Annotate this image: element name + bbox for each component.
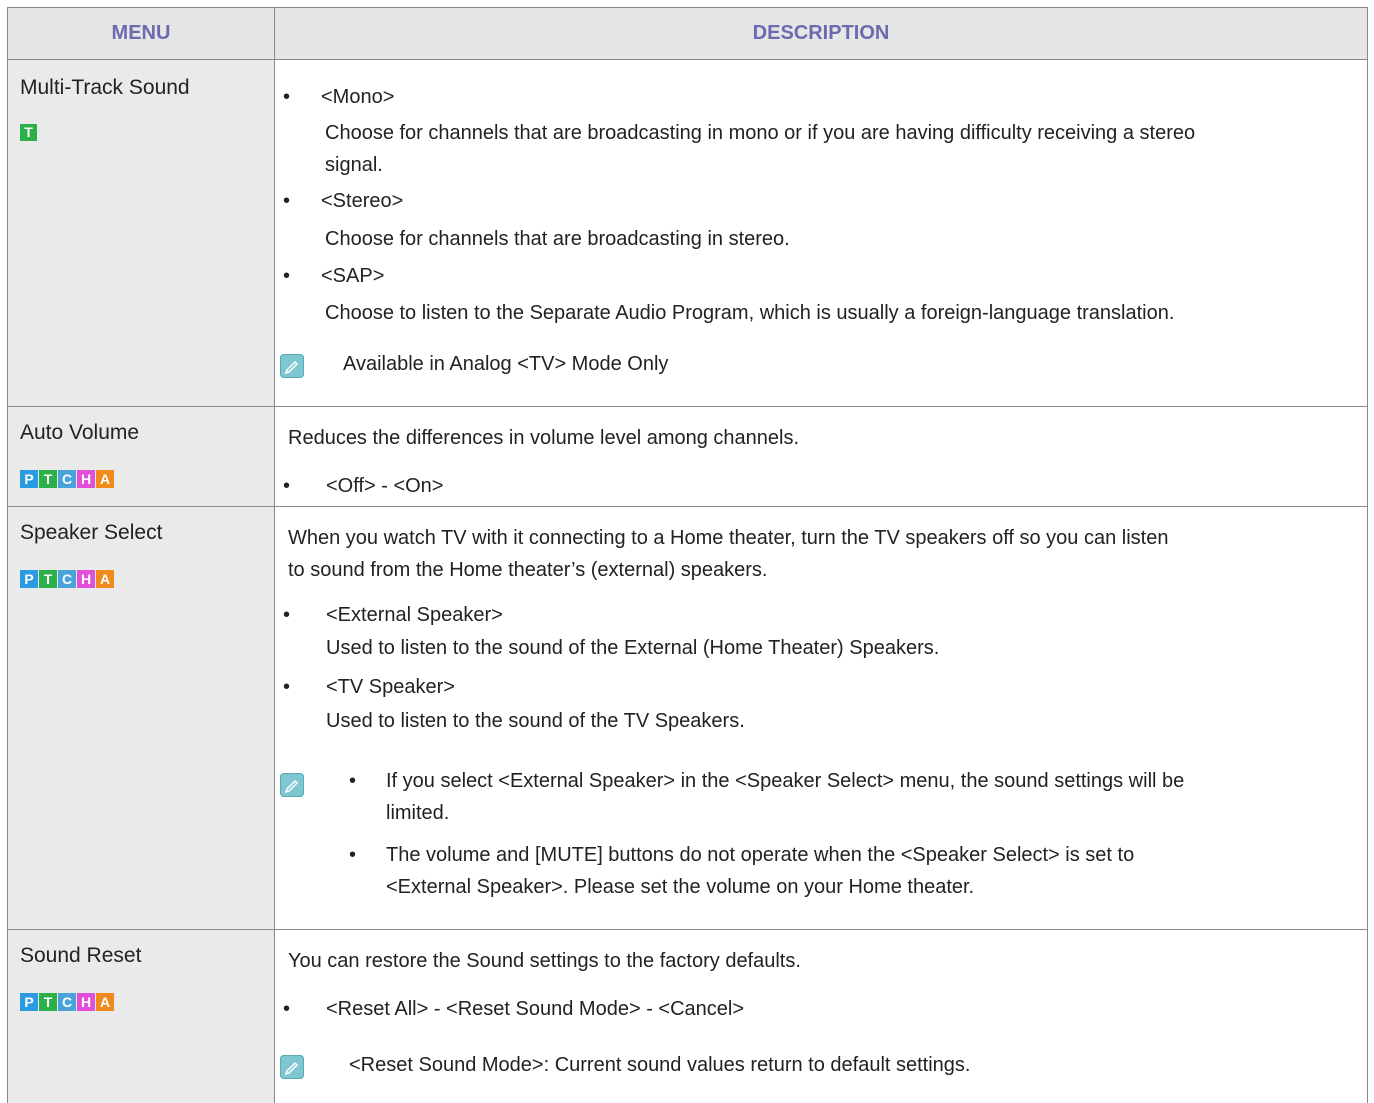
p-mode-icon: P	[20, 570, 38, 588]
menu-label: Speaker Select	[20, 521, 163, 544]
option-description: Choose to listen to the Separate Audio P…	[325, 302, 1175, 324]
option-description: Used to listen to the sound of the TV Sp…	[326, 710, 745, 732]
menu-cell: Multi-Track Sound T	[8, 60, 274, 406]
note-text: If you select <External Speaker> in the …	[386, 770, 1185, 792]
bullet-icon: •	[283, 190, 291, 212]
bullet-icon: •	[283, 676, 291, 698]
intro-text: to sound from the Home theater’s (extern…	[288, 559, 768, 581]
menu-label: Multi-Track Sound	[20, 76, 190, 99]
c-mode-icon: C	[58, 470, 76, 488]
a-mode-icon: A	[96, 570, 114, 588]
note-pencil-icon	[280, 1055, 304, 1079]
note-pencil-icon	[280, 354, 304, 378]
table-row: Auto Volume PTCHA Reduces the difference…	[8, 407, 1367, 507]
table-row: Speaker Select PTCHA When you watch TV w…	[8, 507, 1367, 930]
tv-mode-icon: T	[20, 124, 37, 141]
t-mode-icon: T	[39, 470, 57, 488]
option-title: <SAP>	[321, 265, 385, 287]
description-column-header: DESCRIPTION	[752, 22, 890, 44]
note-text: limited.	[386, 802, 450, 824]
option-title: <Mono>	[321, 86, 395, 108]
note-text: <Reset Sound Mode>: Current sound values…	[349, 1054, 971, 1076]
intro-text: When you watch TV with it connecting to …	[288, 527, 1169, 549]
option-description: Choose for channels that are broadcastin…	[325, 228, 790, 250]
table-row: Sound Reset PTCHA You can restore the So…	[8, 930, 1367, 1103]
bullet-icon: •	[283, 86, 291, 108]
intro-text: You can restore the Sound settings to th…	[288, 950, 801, 972]
option-description: signal.	[325, 154, 383, 176]
bullet-icon: •	[283, 998, 291, 1020]
c-mode-icon: C	[58, 570, 76, 588]
intro-text: Reduces the differences in volume level …	[288, 427, 800, 449]
mode-icons: PTCHA	[20, 570, 115, 588]
a-mode-icon: A	[96, 993, 114, 1011]
h-mode-icon: H	[77, 570, 95, 588]
menu-label: Auto Volume	[20, 421, 140, 444]
option-title: <External Speaker>	[326, 604, 503, 626]
table-row: Multi-Track Sound T • <Mono> Choose for …	[8, 60, 1367, 407]
bullet-icon: •	[349, 844, 357, 866]
p-mode-icon: P	[20, 993, 38, 1011]
note-text: The volume and [MUTE] buttons do not ope…	[386, 844, 1135, 866]
option-title: <Stereo>	[321, 190, 404, 212]
column-divider	[274, 8, 275, 1103]
option-description: Choose for channels that are broadcastin…	[325, 122, 1196, 144]
option-description: Used to listen to the sound of the Exter…	[326, 637, 940, 659]
menu-cell: Sound Reset PTCHA	[8, 930, 274, 1103]
option-title: <Off> - <On>	[326, 475, 444, 497]
mode-icons: PTCHA	[20, 993, 115, 1011]
table-header: MENU DESCRIPTION	[8, 8, 1367, 60]
t-mode-icon: T	[39, 570, 57, 588]
note-pencil-icon	[280, 773, 304, 797]
h-mode-icon: H	[77, 470, 95, 488]
bullet-icon: •	[283, 475, 291, 497]
h-mode-icon: H	[77, 993, 95, 1011]
p-mode-icon: P	[20, 470, 38, 488]
settings-table: MENU DESCRIPTION Multi-Track Sound T • <…	[7, 7, 1368, 1103]
a-mode-icon: A	[96, 470, 114, 488]
bullet-icon: •	[283, 604, 291, 626]
note-text: Available in Analog <TV> Mode Only	[343, 353, 669, 375]
menu-cell: Speaker Select PTCHA	[8, 507, 274, 929]
option-title: <TV Speaker>	[326, 676, 455, 698]
t-mode-icon: T	[39, 993, 57, 1011]
mode-icons: PTCHA	[20, 470, 115, 488]
c-mode-icon: C	[58, 993, 76, 1011]
menu-column-header: MENU	[111, 22, 171, 44]
option-title: <Reset All> - <Reset Sound Mode> - <Canc…	[326, 998, 745, 1020]
menu-cell: Auto Volume PTCHA	[8, 407, 274, 506]
bullet-icon: •	[349, 770, 357, 792]
note-text: <External Speaker>. Please set the volum…	[386, 876, 975, 898]
bullet-icon: •	[283, 265, 291, 287]
menu-label: Sound Reset	[20, 944, 142, 967]
